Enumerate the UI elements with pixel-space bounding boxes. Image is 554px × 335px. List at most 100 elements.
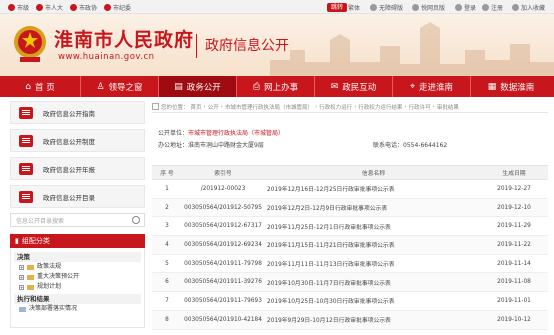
site-name: 淮南市人民政府 <box>54 29 195 51</box>
jump-button[interactable]: 跳转 <box>327 3 348 12</box>
search-icon[interactable] <box>132 216 140 224</box>
publisher-info: 公开单位：市城市管理行政执法局（市城管局） 办公地址：淮南市洞山中路财金大厦9层… <box>158 130 448 149</box>
disclosure-rules-button[interactable]: 政府信息公开制度 <box>10 129 145 152</box>
catalog-search-input[interactable]: 信息公开目录搜索 <box>10 213 145 227</box>
nav-item-interaction[interactable]: ✉ 政民互动 <box>315 76 392 97</box>
top-utility-bar: 市级 市人大 市政协 市纪委 跳转 繁体 无障碍版 悦网页版 登录 注册 加入收… <box>0 0 554 14</box>
file-icon <box>19 306 26 312</box>
table-row: 5 003050564/201911-79798 2019年11月11日-11月13… <box>152 254 548 274</box>
mobile-version-link[interactable]: 悦网页版 <box>412 2 445 12</box>
emblem-icon <box>36 3 43 11</box>
nav-item-home[interactable]: ⌂ 首 页 <box>0 76 80 97</box>
record-title-link[interactable]: 2019年9月29日-10月12日行政审批事项公示表 <box>264 310 480 330</box>
home-icon: ⌂ <box>25 81 31 92</box>
topbar-link-npc[interactable]: 市人大 <box>36 2 63 12</box>
tree-category-execution[interactable]: 执行和结果 <box>14 294 141 304</box>
folder-icon <box>27 274 34 280</box>
accessibility-icon <box>370 3 377 11</box>
data-icon: ▦ <box>487 81 497 92</box>
table-row: 6 003050564/201911-39276 2019年10月30日-11月7日… <box>152 272 548 293</box>
left-sidebar: 政府信息公开指南 政府信息公开制度 政府信息公开年报 政府信息公开目录 信息公开… <box>10 101 145 328</box>
register-icon <box>482 3 489 11</box>
nav-item-online-service[interactable]: ⎙ 网上办事 <box>237 76 314 97</box>
mobile-icon <box>412 3 419 11</box>
tree-item-planning[interactable]: + 规划计划 <box>14 282 141 292</box>
emblem-icon <box>70 3 77 11</box>
main-nav: ⌂ 首 页 ♙ 领导之窗 ▤ 政务公开 ⎙ 网上办事 ✉ 政民互动 ⌖ 走进淮南 ▦ 数据淮南 <box>0 76 554 97</box>
emblem-icon <box>8 3 15 11</box>
breadcrumb-home[interactable]: 首页 <box>191 103 202 111</box>
add-favorite-link[interactable]: 加入收藏 <box>512 2 545 12</box>
topbar-link-city[interactable]: 市级 <box>8 2 29 12</box>
accessibility-link[interactable]: 无障碍版 <box>370 2 403 12</box>
column-header-date: 生成日期 <box>480 165 548 180</box>
tree-item-major-decision[interactable]: + 重大决策预公开 <box>14 272 141 282</box>
city-skyline-illustration <box>270 22 554 76</box>
breadcrumb-current: 审批结果 <box>436 104 459 111</box>
section-title: 政府信息公开 <box>205 38 289 54</box>
nav-item-leaders[interactable]: ♙ 领导之窗 <box>81 76 158 97</box>
header-divider <box>196 34 197 58</box>
expand-icon[interactable]: + <box>19 284 24 290</box>
table-row: 8 003050564/201910-42184 2019年9月29日-10月12日… <box>152 310 548 330</box>
table-row: 4 003050564/201912-69234 2019年11月15日-11月21… <box>152 235 548 255</box>
register-link[interactable]: 注册 <box>482 2 503 12</box>
breadcrumb-disclosure[interactable]: 公开 <box>208 103 219 111</box>
national-emblem-logo <box>14 26 46 62</box>
document-icon <box>19 190 33 203</box>
record-title-link[interactable]: 2019年12月16日-12月25日行政审批事项公示表 <box>264 179 480 199</box>
login-link[interactable]: 登录 <box>455 2 476 12</box>
user-icon <box>455 3 462 11</box>
table-row: 1/201912-00023 2019年12月16日-12月25日行政审批事项公示… <box>152 179 548 199</box>
category-tree: 决策 + 政策法规 + 重大决策预公开 + 规划计划 执行和结果 决策部署落实情况 <box>10 248 145 328</box>
breadcrumb-operation-result[interactable]: 行政权力运行结果 <box>358 103 402 111</box>
main-content: 您的位置： 首页 › 公开 › 市城市管理行政执法局（市城管局） › 行政权力运行 › … <box>152 101 548 154</box>
record-title-link[interactable]: 2019年10月25日-10月30日行政审批事项公示表 <box>264 291 480 311</box>
breadcrumb-licensing[interactable]: 行政许可 <box>409 103 431 111</box>
breadcrumb-department[interactable]: 市城市管理行政执法局（市城管局） <box>225 103 313 111</box>
tree-item-policy[interactable]: + 政策法规 <box>14 262 141 272</box>
star-icon <box>512 3 519 11</box>
category-tree-header: ▮ 组配分类 <box>10 234 145 248</box>
record-title-link[interactable]: 2019年11月11日-11月13日行政审批事项公示表 <box>264 254 480 274</box>
publisher-unit[interactable]: 市城市管理行政执法局（市城管局） <box>188 130 284 137</box>
traditional-chinese-link[interactable]: 繁体 <box>348 2 360 12</box>
topbar-link-discipline[interactable]: 市纪委 <box>104 2 131 12</box>
record-title-link[interactable]: 2019年11月15日-11月21日行政审批事项公示表 <box>264 235 480 255</box>
office-address: 淮南市洞山中路财金大厦9层 <box>188 142 264 149</box>
table-header-row: 序 号 索引号 信息名称 生成日期 <box>152 165 548 180</box>
tree-category-decision[interactable]: 决策 <box>14 252 141 262</box>
expand-icon[interactable]: + <box>19 274 24 280</box>
record-title-link[interactable]: 2019年11月25日-12月1日行政审批事项公示表 <box>264 216 480 237</box>
folder-icon <box>27 264 34 270</box>
document-icon <box>19 134 33 147</box>
annual-report-button[interactable]: 政府信息公开年报 <box>10 157 145 180</box>
disclosure-guide-button[interactable]: 政府信息公开指南 <box>10 101 145 124</box>
nav-item-data[interactable]: ▦ 数据淮南 <box>471 76 551 97</box>
nav-item-about-city[interactable]: ⌖ 走进淮南 <box>393 76 470 97</box>
home-icon <box>152 103 159 110</box>
list-icon: ▮ <box>15 237 19 245</box>
results-table: 序 号 索引号 信息名称 生成日期 1/201912-00023 2019年12月… <box>152 165 548 330</box>
table-row: 3 003050564/201912-67317 2019年11月25日-12月1日… <box>152 216 548 237</box>
column-header-index: 索引号 <box>182 165 264 180</box>
document-icon <box>19 162 33 175</box>
topbar-link-cppcc[interactable]: 市政协 <box>70 2 97 12</box>
column-header-title: 信息名称 <box>264 165 480 180</box>
disclosure-catalog-button[interactable]: 政府信息公开目录 <box>10 185 145 208</box>
city-icon: ⌖ <box>409 81 416 92</box>
nav-item-gov-affairs[interactable]: ▤ 政务公开 <box>159 76 236 97</box>
contact-phone: 0554-6644162 <box>403 142 448 149</box>
policy-icon: ▤ <box>174 81 183 92</box>
tree-item-implementation[interactable]: 决策部署落实情况 <box>14 304 141 314</box>
leader-icon: ♙ <box>96 81 105 92</box>
table-row: 2 003050564/201912-50795 2019年12月2日-12月9日行… <box>152 198 548 218</box>
folder-icon <box>27 284 34 290</box>
expand-icon[interactable]: + <box>19 264 24 270</box>
breadcrumb: 您的位置： 首页 › 公开 › 市城市管理行政执法局（市城管局） › 行政权力运行 › … <box>152 101 548 113</box>
table-row: 7 003050564/201911-79693 2019年10月25日-10月30… <box>152 291 548 311</box>
breadcrumb-power-operation[interactable]: 行政权力运行 <box>319 103 352 111</box>
document-icon <box>19 106 33 119</box>
record-title-link[interactable]: 2019年10月30日-11月7日行政审批事项公示表 <box>264 272 480 293</box>
record-title-link[interactable]: 2019年12月2日-12月9日行政审批事项公示表 <box>264 198 480 218</box>
